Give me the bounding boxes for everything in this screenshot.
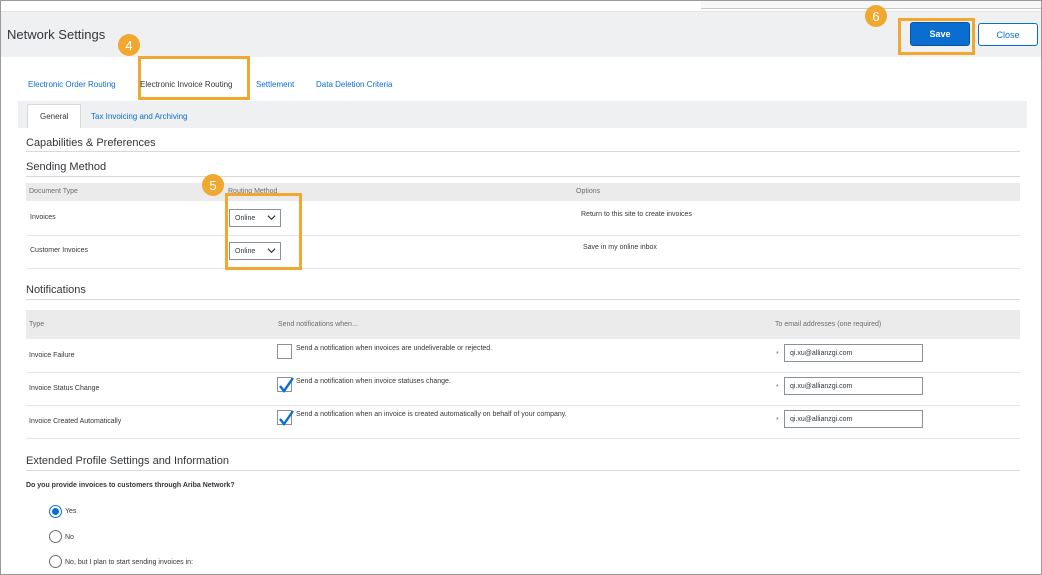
checkmark-icon — [279, 410, 294, 427]
notif-checkbox-invoice-status-change[interactable] — [277, 377, 294, 394]
callout-4: 4 — [118, 34, 140, 56]
subtab-tax-invoicing[interactable]: Tax Invoicing and Archiving — [79, 104, 200, 128]
radio-no-but-plan-label: No, but I plan to start sending invoices… — [65, 559, 194, 566]
doc-type-invoices: Invoices — [30, 214, 56, 221]
save-highlight — [898, 18, 975, 55]
tab-settlement[interactable]: Settlement — [256, 80, 294, 89]
divider — [26, 151, 1020, 152]
col-email: To email addresses (one required) — [775, 321, 882, 328]
radio-no-label: No — [65, 534, 74, 541]
divider — [26, 299, 1020, 300]
email-field-invoice-status-change[interactable]: qi.xu@allianzgi.com — [784, 377, 923, 395]
section-sending-method: Sending Method — [26, 161, 107, 173]
divider — [26, 176, 1020, 177]
invoice-routing-tab-highlight — [138, 56, 250, 100]
notif-table-header: Type Send notifications when... To email… — [26, 310, 1020, 339]
row-divider — [26, 372, 1020, 373]
option-invoices: Return to this site to create invoices — [581, 211, 692, 218]
tab-electronic-invoice-routing[interactable]: Electronic Invoice Routing — [140, 80, 233, 89]
row-divider — [26, 235, 1020, 236]
callout-6: 6 — [865, 5, 887, 27]
divider — [26, 470, 1020, 471]
row-divider — [26, 438, 1020, 439]
section-capabilities: Capabilities & Preferences — [26, 137, 156, 149]
doc-type-customer-invoices: Customer Invoices — [30, 247, 88, 254]
subtab-bar: General Tax Invoicing and Archiving — [18, 101, 1027, 128]
radio-yes-label: Yes — [65, 508, 77, 515]
app-window: Network Settings Save Close 6 4 Electron… — [0, 0, 1042, 575]
col-send-when: Send notifications when... — [278, 321, 358, 328]
notif-text-invoice-failure: Send a notification when invoices are un… — [296, 345, 493, 352]
notif-checkbox-invoice-failure[interactable] — [277, 344, 292, 359]
checkmark-icon — [279, 377, 294, 394]
row-divider — [26, 268, 1020, 269]
notif-type-invoice-status-change: Invoice Status Change — [29, 385, 100, 392]
tab-electronic-order-routing[interactable]: Electronic Order Routing — [28, 80, 116, 89]
col-document-type: Document Type — [29, 188, 78, 195]
radio-no-but-plan[interactable] — [49, 555, 62, 568]
email-field-invoice-failure[interactable]: qi.xu@allianzgi.com — [784, 344, 923, 362]
option-customer-invoices: Save in my online inbox — [583, 244, 657, 251]
notif-text-invoice-status-change: Send a notification when invoice statuse… — [296, 378, 451, 385]
required-marker: * — [776, 384, 779, 391]
tab-data-deletion-criteria[interactable]: Data Deletion Criteria — [316, 80, 392, 89]
notif-type-invoice-created-automatically: Invoice Created Automatically — [29, 418, 122, 425]
sending-table-header: Document Type Routing Method Options — [26, 183, 1020, 201]
row-divider — [26, 405, 1020, 406]
notif-type-invoice-failure: Invoice Failure — [29, 352, 75, 359]
close-button[interactable]: Close — [978, 23, 1038, 46]
required-marker: * — [776, 417, 779, 424]
section-extended-profile: Extended Profile Settings and Informatio… — [26, 455, 230, 467]
radio-no[interactable] — [49, 530, 62, 543]
routing-method-highlight — [225, 193, 302, 270]
notif-checkbox-invoice-created-automatically[interactable] — [277, 410, 294, 427]
email-field-invoice-created-automatically[interactable]: qi.xu@allianzgi.com — [784, 410, 923, 428]
invoice-question: Do you provide invoices to customers thr… — [26, 482, 235, 489]
section-notifications: Notifications — [26, 284, 86, 296]
page-title: Network Settings — [7, 27, 106, 42]
callout-5: 5 — [202, 174, 224, 196]
subtab-general[interactable]: General — [27, 104, 82, 128]
required-marker: * — [776, 351, 779, 358]
radio-yes[interactable] — [49, 505, 62, 518]
notif-text-invoice-created-automatically: Send a notification when an invoice is c… — [296, 411, 567, 418]
col-options: Options — [576, 188, 601, 195]
col-type: Type — [29, 321, 45, 328]
